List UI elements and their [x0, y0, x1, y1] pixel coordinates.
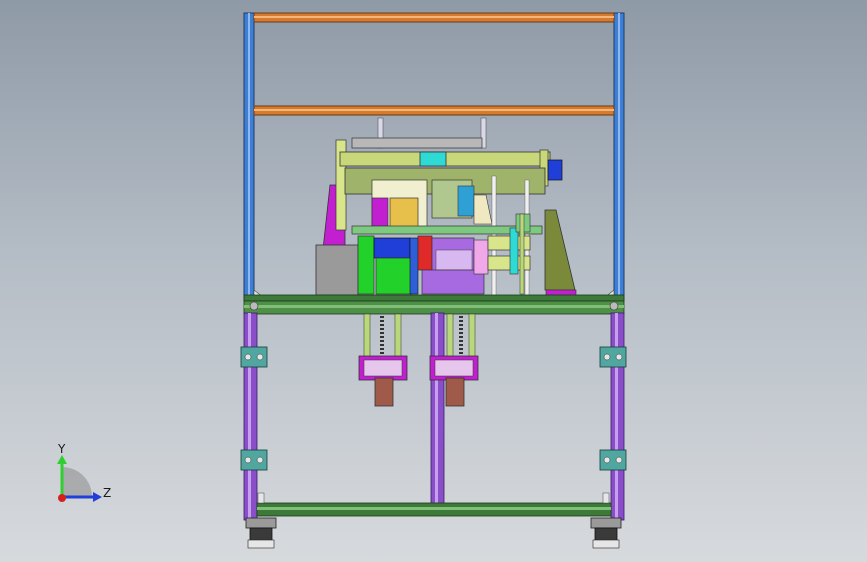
lift-cylinders	[358, 313, 479, 407]
triad-z-label: Z	[103, 486, 112, 500]
table-top	[243, 294, 625, 315]
caster-wheels	[245, 517, 622, 549]
triad-y-label: Y	[58, 442, 66, 456]
y-axis-arrowhead	[57, 455, 67, 464]
mechanism-assembly	[315, 117, 577, 297]
z-axis-arrowhead	[93, 492, 102, 502]
x-axis-point	[58, 494, 66, 502]
lower-frame	[243, 312, 625, 521]
orientation-triad[interactable]	[57, 455, 102, 502]
triad-quadrant-shape	[62, 467, 92, 497]
cad-viewport[interactable]: Y Z	[0, 0, 867, 562]
machine-assembly-model[interactable]	[0, 0, 867, 562]
